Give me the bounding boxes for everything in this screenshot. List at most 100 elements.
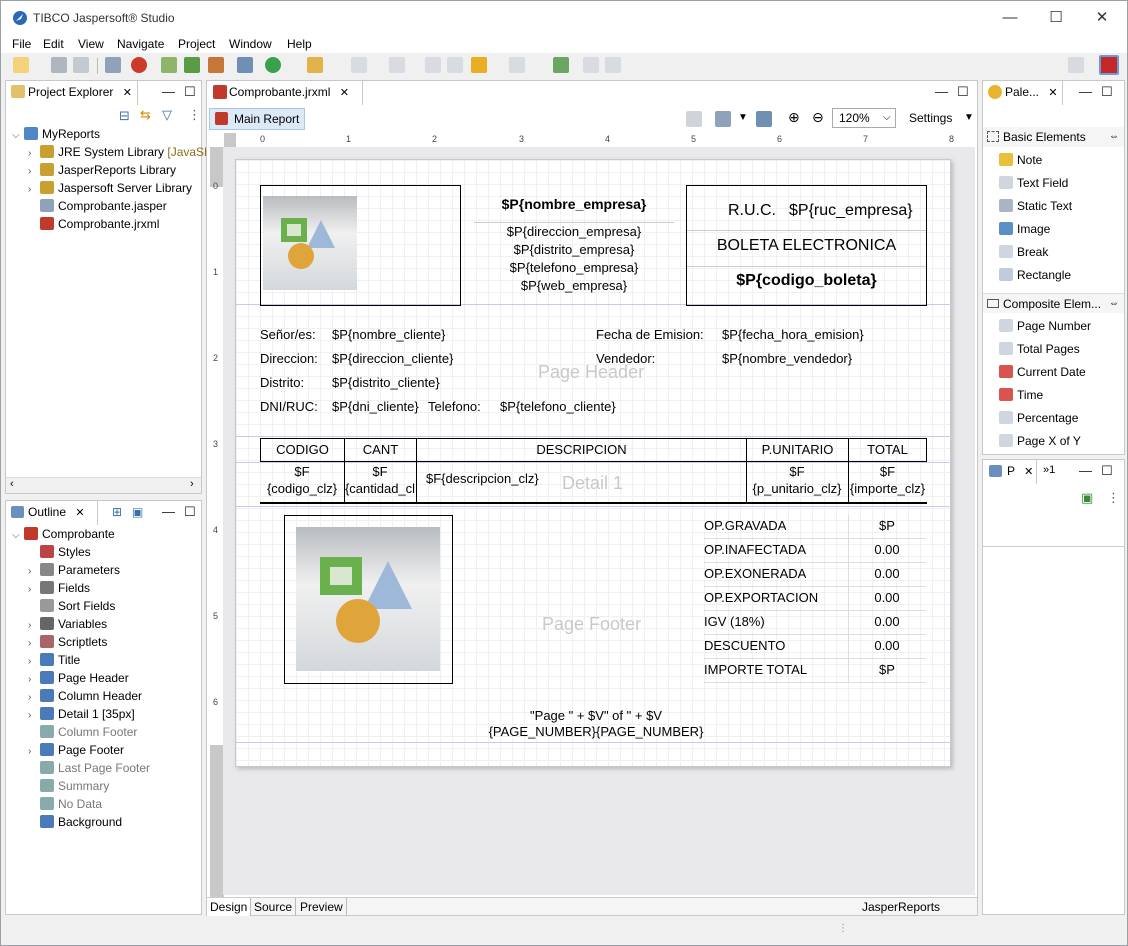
field-telefono-empresa[interactable]: $P{telefono_empresa} (474, 260, 674, 275)
tree-mode-icon[interactable]: ⊞ (112, 505, 122, 519)
maximize-icon[interactable]: ☐ (184, 84, 196, 100)
horizontal-scrollbar[interactable]: ‹ › (6, 477, 201, 493)
label-vendedor[interactable]: Vendedor: (596, 351, 655, 366)
field-page-x-of-y[interactable]: "Page " + $V" of " + $V {PAGE_NUMBER}{PA… (476, 708, 716, 740)
totals-label[interactable]: IMPORTE TOTAL (704, 662, 807, 677)
view-menu-icon[interactable]: ⋮ (188, 107, 201, 123)
menu-help[interactable]: Help (287, 37, 312, 51)
outline-item[interactable]: Column Footer (28, 723, 137, 741)
next-annotation-icon[interactable] (351, 57, 367, 73)
pin-icon[interactable] (307, 57, 323, 73)
run-icon[interactable] (265, 57, 281, 73)
label-direccion[interactable]: Direccion: (260, 351, 318, 366)
field-direccion-cliente[interactable]: $P{direccion_cliente} (332, 351, 453, 366)
minimize-icon[interactable]: — (935, 84, 948, 99)
main-report-button[interactable]: Main Report (209, 108, 305, 130)
more-tabs-button[interactable]: »1 (1043, 464, 1055, 476)
palette-item[interactable]: Percentage (999, 408, 1078, 428)
totals-value[interactable]: $P (848, 662, 926, 677)
totals-label[interactable]: OP.GRAVADA (704, 518, 786, 533)
totals-value[interactable]: $P (848, 518, 926, 533)
close-button[interactable]: ✕ (1079, 5, 1125, 31)
prev-annotation-icon[interactable] (389, 57, 405, 73)
col-header-codigo[interactable]: CODIGO (260, 438, 345, 462)
maximize-icon[interactable]: ☐ (1101, 463, 1113, 479)
totals-label[interactable]: OP.EXONERADA (704, 566, 806, 581)
minimize-icon[interactable]: — (162, 504, 175, 519)
totals-label[interactable]: DESCUENTO (704, 638, 785, 653)
palette-item[interactable]: Time (999, 385, 1043, 405)
label-dni-ruc[interactable]: DNI/RUC: (260, 399, 318, 414)
link-editor-icon[interactable]: ⇆ (140, 107, 151, 123)
wizard-icon[interactable] (208, 57, 224, 73)
totals-value[interactable]: 0.00 (848, 590, 926, 605)
field-direccion-empresa[interactable]: $P{direccion_empresa} (474, 224, 674, 239)
forward-icon[interactable] (509, 57, 525, 73)
outline-item[interactable]: › Column Header (28, 687, 142, 705)
layout-icon[interactable] (686, 111, 702, 127)
menu-edit[interactable]: Edit (43, 37, 64, 51)
field-dni-cliente[interactable]: $P{dni_cliente} (332, 399, 419, 414)
back-icon[interactable] (471, 57, 487, 73)
totals-value[interactable]: 0.00 (848, 542, 926, 557)
tree-item-comprobante-jrxml[interactable]: Comprobante.jrxml (28, 215, 159, 233)
field-descripcion-clz[interactable]: $F{descripcion_clz} (426, 471, 539, 486)
menu-navigate[interactable]: Navigate (117, 37, 164, 51)
compile-icon[interactable] (105, 57, 121, 73)
tab-outline[interactable]: Outline ✕ (6, 501, 98, 525)
field-nombre-vendedor[interactable]: $P{nombre_vendedor} (722, 351, 852, 366)
palette-item[interactable]: Text Field (999, 173, 1068, 193)
field-telefono-cliente[interactable]: $P{telefono_cliente} (500, 399, 616, 414)
outline-item[interactable]: Background (28, 813, 122, 831)
close-icon[interactable]: ✕ (75, 507, 84, 519)
palette-item[interactable]: Page Number (999, 316, 1091, 336)
outline-item[interactable]: Summary (28, 777, 109, 795)
minimize-icon[interactable]: — (1079, 463, 1092, 478)
footer-image-placeholder[interactable] (296, 527, 440, 671)
tab-comprobante-jrxml[interactable]: Comprobante.jrxml ✕ (207, 81, 363, 105)
totals-value[interactable]: 0.00 (848, 638, 926, 653)
palette-item[interactable]: Total Pages (999, 339, 1080, 359)
minimize-button[interactable]: — (987, 5, 1033, 31)
totals-label[interactable]: IGV (18%) (704, 614, 765, 629)
logo-image-placeholder[interactable] (263, 196, 357, 290)
menu-window[interactable]: Window (229, 37, 272, 51)
minimize-icon[interactable]: — (162, 84, 175, 99)
outline-item[interactable]: Styles (28, 543, 91, 561)
new-icon[interactable]: ▣ (1081, 490, 1093, 506)
maximize-icon[interactable]: ☐ (957, 84, 969, 100)
totals-label[interactable]: OP.EXPORTACION (704, 590, 818, 605)
col-header-descripcion[interactable]: DESCRIPCION (416, 438, 747, 462)
undo-icon[interactable] (583, 57, 599, 73)
debug-icon[interactable] (131, 57, 147, 73)
field-distrito-cliente[interactable]: $P{distrito_cliente} (332, 375, 440, 390)
menu-project[interactable]: Project (178, 37, 215, 51)
zoom-select[interactable]: 120% ⌵ (832, 108, 896, 128)
chevron-down-icon[interactable]: ▼ (738, 112, 748, 123)
chevron-down-icon[interactable]: ▼ (964, 112, 974, 123)
redo-icon[interactable] (605, 57, 621, 73)
minimize-icon[interactable]: — (1079, 84, 1092, 99)
col-header-cant[interactable]: CANT (344, 438, 417, 462)
field-web-empresa[interactable]: $P{web_empresa} (474, 278, 674, 293)
menu-view[interactable]: View (78, 37, 104, 51)
field-fecha-hora-emision[interactable]: $P{fecha_hora_emision} (722, 327, 864, 342)
report-design-perspective-icon[interactable] (1099, 55, 1119, 75)
field-distrito-empresa[interactable]: $P{distrito_empresa} (474, 242, 674, 257)
outline-item[interactable]: › Fields (28, 579, 90, 597)
field-nombre-empresa[interactable]: $P{nombre_empresa} (474, 196, 674, 212)
close-icon[interactable]: ✕ (340, 87, 349, 99)
forward-edit-icon[interactable] (447, 57, 463, 73)
totals-label[interactable]: OP.INAFECTADA (704, 542, 806, 557)
compile-icon[interactable] (715, 111, 731, 127)
outline-item[interactable]: › Parameters (28, 561, 120, 579)
logo-frame[interactable] (260, 185, 461, 306)
new-report-icon[interactable] (553, 57, 569, 73)
outline-item[interactable]: › Title (28, 651, 80, 669)
zoom-in-icon[interactable]: ⊕ (788, 109, 800, 126)
label-distrito[interactable]: Distrito: (260, 375, 304, 390)
label-fecha-emision[interactable]: Fecha de Emision: (596, 327, 704, 342)
tree-item-myreports[interactable]: ⌵ MyReports (12, 125, 100, 143)
outline-item[interactable]: No Data (28, 795, 102, 813)
outline-item[interactable]: Last Page Footer (28, 759, 150, 777)
